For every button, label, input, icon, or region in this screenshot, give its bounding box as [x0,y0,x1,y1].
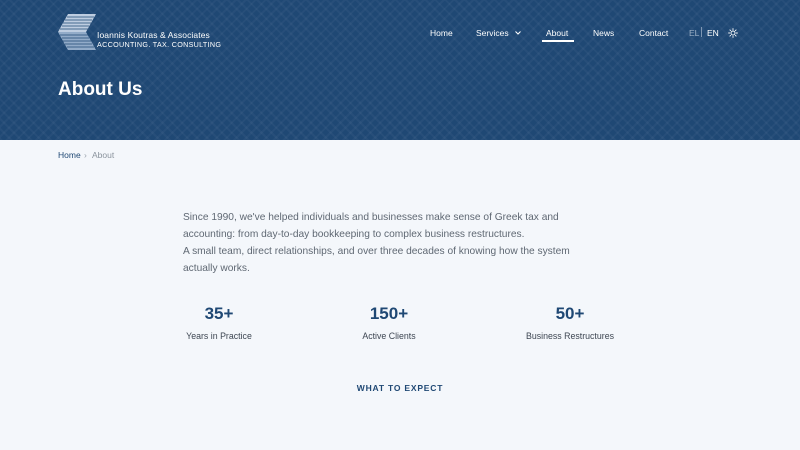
stat-years: 35+ Years in Practice [183,304,255,341]
stat-value: 150+ [369,304,409,323]
breadcrumb-home-link[interactable]: Home [58,150,81,160]
logo-mark-icon [58,14,96,50]
nav-active-indicator [542,40,574,42]
nav-contact[interactable]: Contact [639,28,668,38]
intro-paragraph: Since 1990, we've helped individuals and… [183,212,559,240]
section-heading: WHAT TO EXPECT [356,383,444,393]
language-en[interactable]: EN [707,28,719,38]
intro-text: Since 1990, we've helped individuals and… [183,209,603,277]
stat-label: Years in Practice [186,331,252,341]
breadcrumb-current: About [92,150,115,160]
stat-value: 50+ [555,304,585,323]
stat-restructures: 50+ Business Restructures [520,304,620,341]
stat-label: Active Clients [362,331,416,341]
language-divider [701,27,702,37]
nav-services[interactable]: Services [476,28,521,38]
stat-label: Business Restructures [525,331,614,341]
breadcrumb-separator: › [84,150,87,160]
nav-home[interactable]: Home [430,28,453,38]
nav-services-label: Services [476,28,509,38]
logo-tagline: ACCOUNTING. TAX. CONSULTING [97,40,222,49]
nav-news[interactable]: News [593,28,614,38]
intro-paragraph: A small team, direct relationships, and … [183,246,570,274]
stat-clients: 150+ Active Clients [358,304,420,341]
language-el[interactable]: EL [689,28,699,38]
logo-company-name: Ioannis Koutras & Associates [97,30,210,40]
page-title: About Us [58,79,143,100]
company-logo[interactable]: Ioannis Koutras & Associates ACCOUNTING.… [58,13,222,51]
stat-value: 35+ [204,304,234,323]
page-hero: Ioannis Koutras & Associates ACCOUNTING.… [0,0,800,140]
nav-about[interactable]: About [546,28,568,38]
chevron-down-icon [515,31,521,35]
sun-icon[interactable] [728,28,738,38]
